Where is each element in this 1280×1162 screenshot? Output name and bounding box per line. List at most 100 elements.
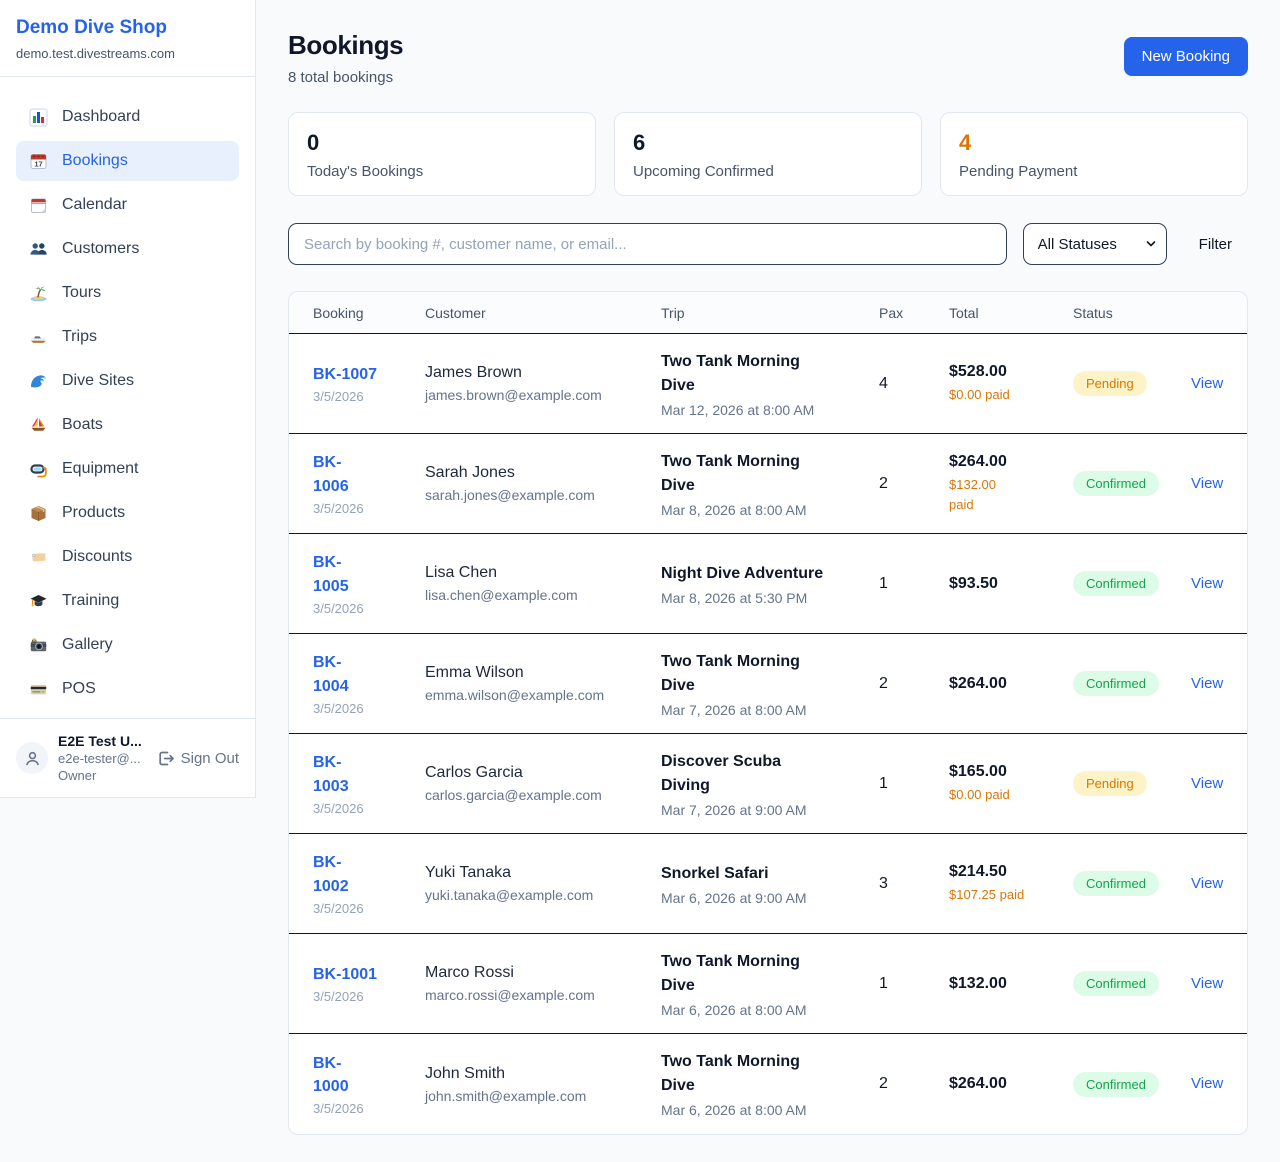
paid-amount: $107.25 paid [949,885,1073,905]
pax-value: 2 [879,675,949,693]
sidebar-item-equipment[interactable]: Equipment [16,449,239,489]
sidebar-item-label: Bookings [62,152,128,170]
bar-chart-icon [29,108,48,127]
table-row: BK- 1000 3/5/2026 John Smith john.smith@… [289,1034,1247,1134]
svg-text:17: 17 [34,159,42,168]
booking-id-link[interactable]: BK-1007 [313,363,377,386]
status-badge: Pending [1073,771,1147,796]
user-email: e2e-tester@... [58,751,146,766]
booking-id-link[interactable]: BK-1001 [313,963,377,986]
booking-date: 3/5/2026 [313,389,425,404]
sidebar-item-calendar[interactable]: Calendar [16,185,239,225]
customer-cell: James Brown james.brown@example.com [425,364,661,403]
booking-cell: BK-1001 3/5/2026 [313,963,425,1004]
trip-name: Two Tank Morning Dive [661,450,879,498]
customer-cell: Emma Wilson emma.wilson@example.com [425,664,661,703]
pax-value: 1 [879,975,949,993]
sidebar-item-label: Trips [62,328,97,346]
tag-icon [29,548,48,567]
total-amount: $165.00 [949,763,1073,781]
trip-datetime: Mar 8, 2026 at 5:30 PM [661,590,879,606]
camera-icon [29,636,48,655]
sidebar-nav: Dashboard 17 Bookings Calendar Customers… [0,77,255,718]
view-link[interactable]: View [1191,1075,1223,1092]
trip-datetime: Mar 8, 2026 at 8:00 AM [661,502,879,518]
trip-name: Night Dive Adventure [661,562,879,586]
new-booking-button[interactable]: New Booking [1124,37,1248,76]
column-header-trip: Trip [661,305,879,321]
total-amount: $93.50 [949,575,1073,593]
view-link[interactable]: View [1191,775,1223,792]
trip-cell: Discover Scuba Diving Mar 7, 2026 at 9:0… [661,750,879,818]
customer-name: Marco Rossi [425,964,661,982]
person-icon [23,749,42,768]
table-row: BK- 1003 3/5/2026 Carlos Garcia carlos.g… [289,734,1247,834]
sidebar-item-gallery[interactable]: Gallery [16,625,239,665]
sidebar-item-products[interactable]: Products [16,493,239,533]
sidebar-item-bookings[interactable]: 17 Bookings [16,141,239,181]
sidebar-item-training[interactable]: Training [16,581,239,621]
sidebar-item-label: Customers [62,240,139,258]
view-link[interactable]: View [1191,575,1223,592]
sidebar-item-label: Training [62,592,119,610]
view-link[interactable]: View [1191,875,1223,892]
table-row: BK- 1002 3/5/2026 Yuki Tanaka yuki.tanak… [289,834,1247,934]
page-title: Bookings [288,30,403,61]
view-link[interactable]: View [1191,475,1223,492]
trip-cell: Two Tank Morning Dive Mar 7, 2026 at 8:0… [661,650,879,718]
sidebar-item-trips[interactable]: Trips [16,317,239,357]
sidebar-item-label: Products [62,504,125,522]
booking-id-link[interactable]: BK- 1002 [313,851,349,897]
sidebar-item-dive-sites[interactable]: Dive Sites [16,361,239,401]
booking-id-link[interactable]: BK- 1004 [313,651,349,697]
status-select[interactable]: All Statuses [1023,223,1167,265]
trip-name: Snorkel Safari [661,862,879,886]
pax-value: 1 [879,575,949,593]
sidebar-item-label: Calendar [62,196,127,214]
status-cell: Confirmed [1073,871,1191,896]
booking-date: 3/5/2026 [313,901,425,916]
sidebar-item-tours[interactable]: Tours [16,273,239,313]
sidebar-item-boats[interactable]: Boats [16,405,239,445]
calendar-icon [29,196,48,215]
pax-value: 1 [879,775,949,793]
total-amount: $264.00 [949,453,1073,471]
booking-date: 3/5/2026 [313,801,425,816]
search-input[interactable] [288,223,1007,265]
status-cell: Pending [1073,371,1191,396]
filter-button[interactable]: Filter [1183,236,1248,253]
pax-value: 2 [879,475,949,493]
trip-datetime: Mar 6, 2026 at 9:00 AM [661,890,879,906]
booking-id-link[interactable]: BK- 1005 [313,551,349,597]
total-cell: $165.00 $0.00 paid [949,763,1073,805]
trip-name: Two Tank Morning Dive [661,350,879,398]
sidebar-item-label: Boats [62,416,103,434]
trip-cell: Two Tank Morning Dive Mar 6, 2026 at 8:0… [661,950,879,1018]
sidebar-item-label: Gallery [62,636,113,654]
booking-cell: BK- 1002 3/5/2026 [313,851,425,915]
booking-id-link[interactable]: BK- 1003 [313,751,349,797]
view-link[interactable]: View [1191,975,1223,992]
customer-name: John Smith [425,1065,661,1083]
booking-date: 3/5/2026 [313,1101,425,1116]
sidebar-item-dashboard[interactable]: Dashboard [16,97,239,137]
island-icon [29,284,48,303]
sidebar-item-customers[interactable]: Customers [16,229,239,269]
status-badge: Pending [1073,371,1147,396]
paid-amount: $0.00 paid [949,785,1073,805]
view-link[interactable]: View [1191,375,1223,392]
booking-id-link[interactable]: BK- 1000 [313,1052,349,1098]
sidebar-item-pos[interactable]: POS [16,669,239,709]
user-name: E2E Test U... [58,733,146,749]
view-link[interactable]: View [1191,675,1223,692]
customer-name: Sarah Jones [425,464,661,482]
sign-out-button[interactable]: Sign Out [156,749,239,768]
booking-id-link[interactable]: BK- 1006 [313,451,349,497]
actions-cell: View [1191,1075,1223,1093]
trip-datetime: Mar 12, 2026 at 8:00 AM [661,402,879,418]
total-cell: $264.00 [949,1075,1073,1093]
sidebar-item-discounts[interactable]: Discounts [16,537,239,577]
table-header-row: Booking Customer Trip Pax Total Status [289,292,1247,334]
stat-label: Upcoming Confirmed [633,163,903,180]
table-row: BK- 1004 3/5/2026 Emma Wilson emma.wilso… [289,634,1247,734]
